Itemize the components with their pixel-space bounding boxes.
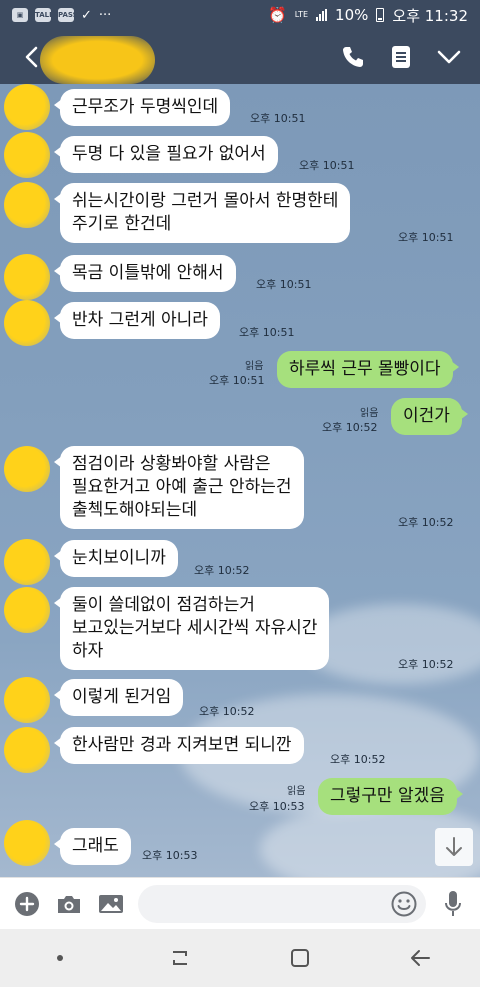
message-time: 오후 10:51 bbox=[398, 231, 454, 244]
avatar[interactable] bbox=[4, 300, 50, 346]
arrow-down-icon bbox=[446, 837, 462, 856]
avatar[interactable] bbox=[4, 446, 50, 492]
message-bubble-received[interactable]: 이렇게 된거임 bbox=[53, 679, 184, 716]
message-bubble-received[interactable]: 반차 그런게 아니라 bbox=[54, 302, 220, 339]
menu-icon[interactable] bbox=[384, 40, 418, 74]
home-icon[interactable] bbox=[280, 938, 320, 978]
message-field-wrap bbox=[138, 884, 426, 923]
camera-icon[interactable] bbox=[54, 889, 84, 919]
message-time: 오후 10:51 bbox=[256, 278, 312, 291]
message-time: 오후 10:52 bbox=[322, 421, 378, 434]
message-bubble-received[interactable]: 두명 다 있을 필요가 없어서 bbox=[54, 136, 278, 173]
message-time: 오후 10:52 bbox=[398, 516, 454, 529]
alarm-icon: ⏰ bbox=[268, 6, 287, 24]
read-receipt: 읽음 bbox=[245, 361, 264, 372]
message-bubble-received[interactable]: 점검이라 상황봐야할 사람은 필요한거고 아예 출근 안하는건 출첵도해야되는데 bbox=[54, 446, 304, 529]
message-input[interactable] bbox=[138, 884, 426, 923]
scroll-down-button[interactable] bbox=[435, 828, 473, 866]
plus-icon[interactable] bbox=[12, 889, 42, 919]
avatar[interactable] bbox=[4, 132, 50, 178]
chevron-down-icon[interactable] bbox=[432, 40, 466, 74]
message-bubble-received[interactable]: 목금 이틀밖에 안해서 bbox=[54, 255, 236, 292]
dot-icon[interactable] bbox=[40, 938, 80, 978]
avatar[interactable] bbox=[4, 727, 50, 773]
message-input-bar bbox=[0, 877, 480, 929]
status-left: ▣ TALK PASS ✓ ··· bbox=[12, 8, 111, 23]
message-bubble-received[interactable]: 눈치보이니까 bbox=[54, 540, 178, 577]
read-receipt: 읽음 bbox=[360, 408, 379, 419]
pass-icon: PASS bbox=[58, 8, 78, 22]
message-time: 오후 10:52 bbox=[194, 564, 250, 577]
phone-icon[interactable] bbox=[336, 40, 370, 74]
status-bar: ▣ TALK PASS ✓ ··· ⏰ LTE 10% 오후 11:32 bbox=[0, 0, 480, 30]
avatar[interactable] bbox=[4, 182, 50, 228]
message-time: 오후 10:52 bbox=[330, 753, 386, 766]
message-time: 오후 10:53 bbox=[249, 800, 305, 813]
system-nav-bar bbox=[0, 929, 480, 987]
more-icon: ··· bbox=[98, 7, 112, 23]
message-bubble-sent[interactable]: 이건가 bbox=[391, 398, 468, 435]
message-bubble-received[interactable]: 근무조가 두명씩인데 bbox=[53, 89, 231, 126]
message-time: 오후 10:51 bbox=[209, 374, 265, 387]
avatar[interactable] bbox=[4, 677, 50, 723]
redacted-chat-name bbox=[40, 36, 155, 84]
clock: 오후 11:32 bbox=[392, 6, 468, 25]
avatar[interactable] bbox=[4, 84, 50, 130]
avatar[interactable] bbox=[4, 254, 50, 300]
message-time: 오후 10:51 bbox=[299, 159, 355, 172]
message-time: 오후 10:53 bbox=[142, 849, 198, 862]
read-receipt: 읽음 bbox=[287, 786, 306, 797]
office-icon: ▣ bbox=[12, 8, 28, 22]
message-bubble-received[interactable]: 한사람만 경과 지켜보면 되니깐 bbox=[54, 727, 304, 764]
message-bubble-received[interactable]: 쉬는시간이랑 그런거 몰아서 한명한테 주기로 한건데 bbox=[53, 183, 351, 243]
back-arrow-icon[interactable] bbox=[400, 938, 440, 978]
mic-icon[interactable] bbox=[438, 889, 468, 919]
message-time: 오후 10:52 bbox=[398, 658, 454, 671]
battery-percent: 10% bbox=[335, 6, 369, 24]
image-icon[interactable] bbox=[96, 889, 126, 919]
message-bubble-received[interactable]: 그래도 bbox=[54, 828, 131, 865]
talk-icon: TALK bbox=[35, 8, 55, 22]
emoji-icon[interactable] bbox=[390, 890, 418, 918]
header-actions bbox=[336, 40, 466, 74]
check-icon: ✓ bbox=[81, 7, 92, 23]
battery-icon bbox=[376, 8, 385, 22]
status-right: ⏰ LTE 10% 오후 11:32 bbox=[268, 5, 468, 26]
message-time: 오후 10:52 bbox=[199, 705, 255, 718]
network-indicator: LTE bbox=[294, 10, 309, 19]
avatar[interactable] bbox=[4, 587, 50, 633]
signal-icon bbox=[316, 9, 328, 21]
chat-area[interactable]: 근무조가 두명씩인데 오후 10:51 두명 다 있을 필요가 없어서 오후 1… bbox=[0, 84, 480, 877]
message-bubble-received[interactable]: 둘이 쓸데없이 점검하는거 보고있는거보다 세시간씩 자유시간 하자 bbox=[53, 587, 330, 670]
message-time: 오후 10:51 bbox=[250, 112, 306, 125]
message-bubble-sent[interactable]: 그렇구만 알겠음 bbox=[318, 778, 463, 815]
avatar[interactable] bbox=[4, 539, 50, 585]
recent-apps-icon[interactable] bbox=[160, 938, 200, 978]
message-time: 오후 10:51 bbox=[239, 326, 295, 339]
avatar[interactable] bbox=[4, 820, 50, 866]
message-bubble-sent[interactable]: 하루씩 근무 몰빵이다 bbox=[277, 351, 459, 388]
